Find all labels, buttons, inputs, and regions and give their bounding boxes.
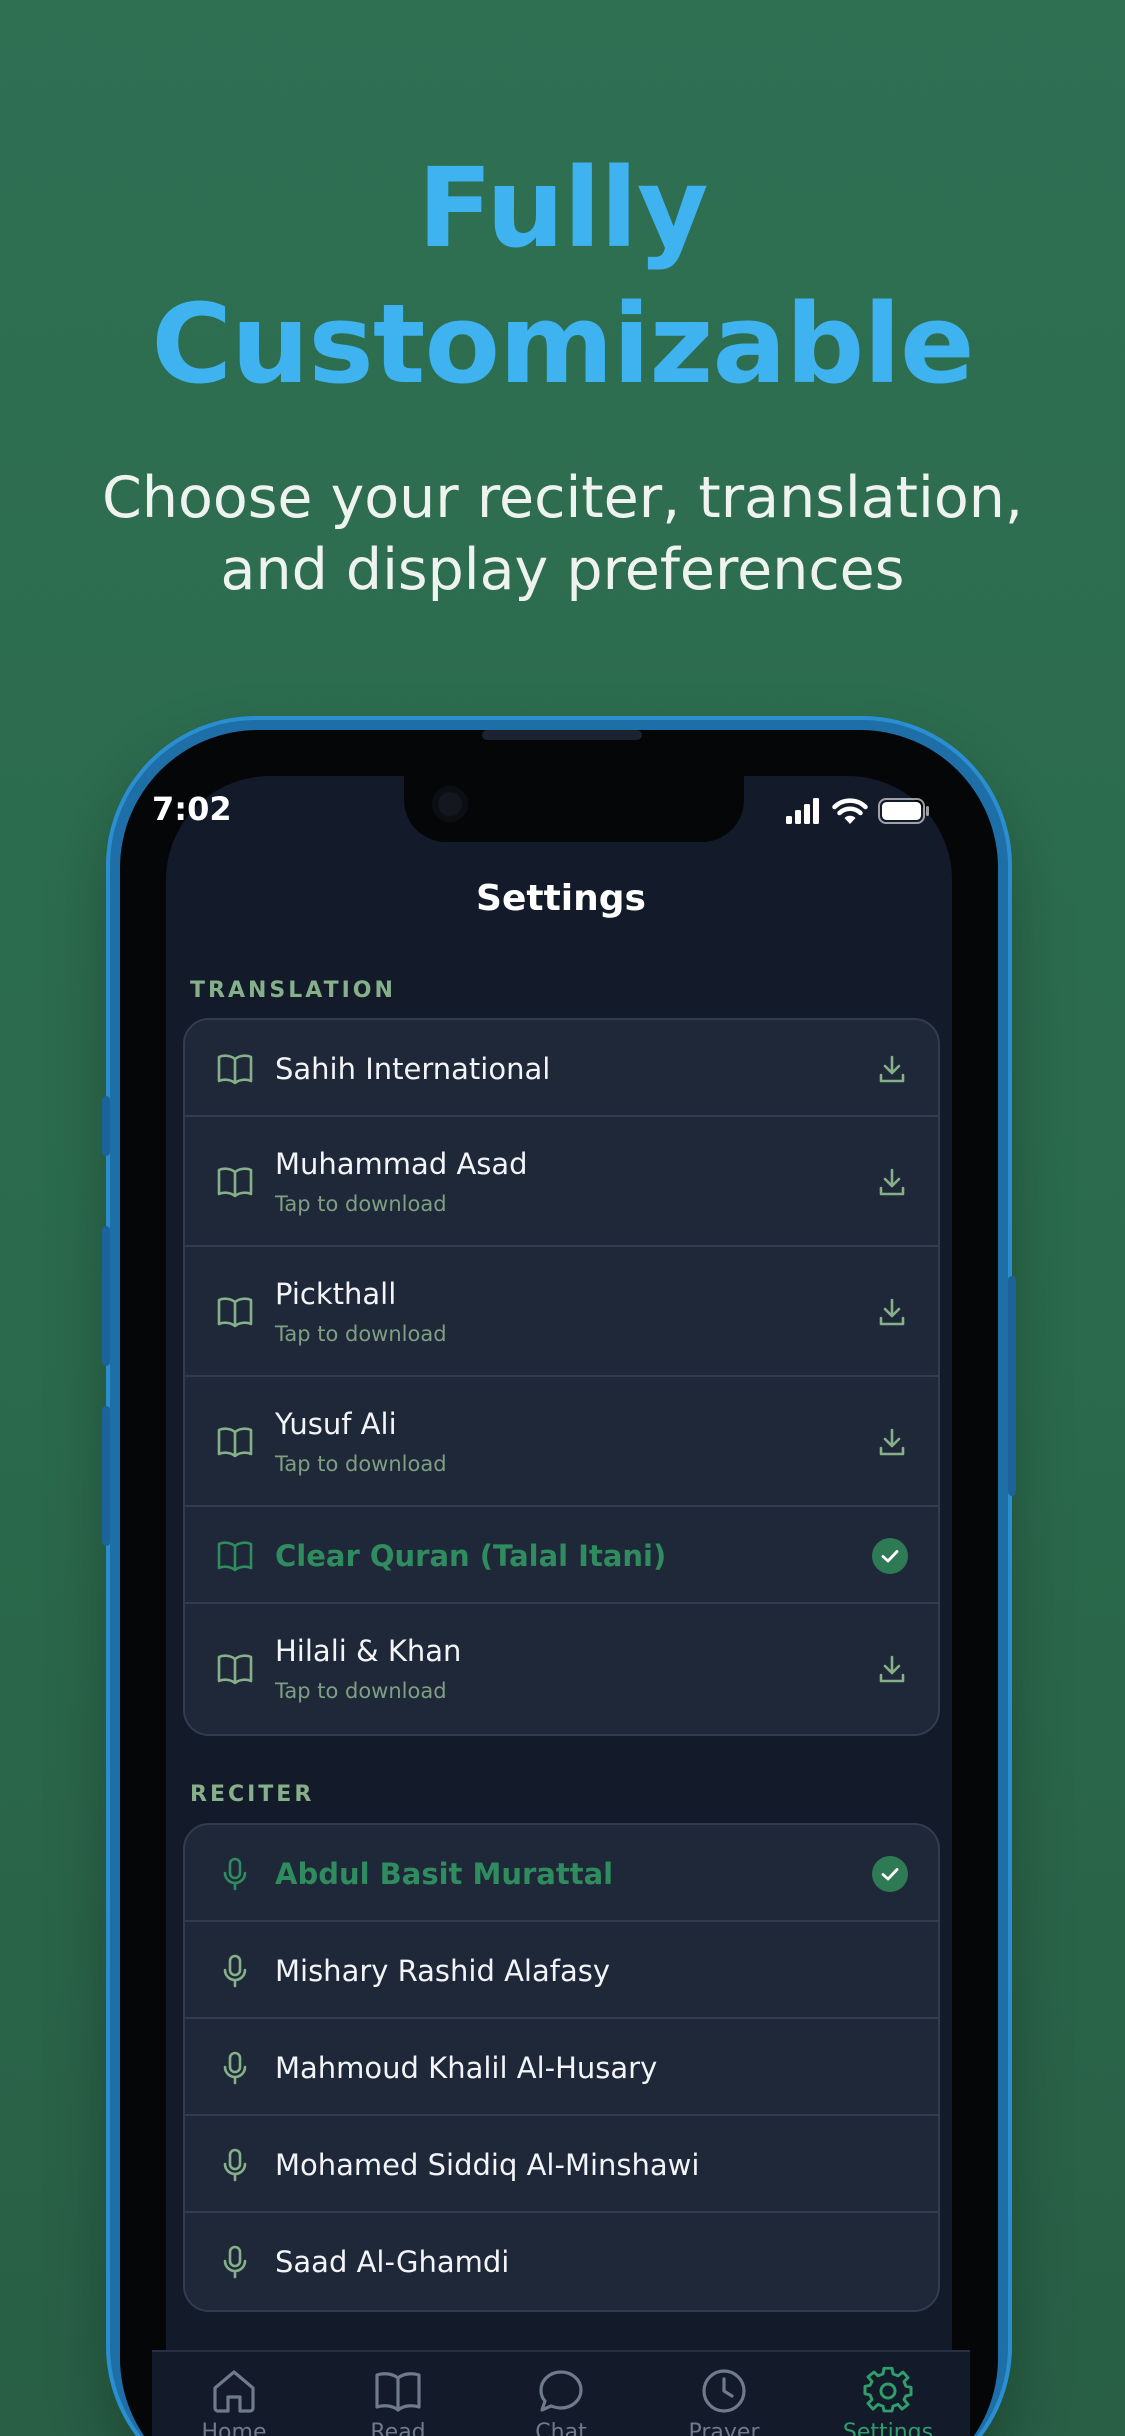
- tab-home[interactable]: Home: [174, 2366, 294, 2436]
- battery-icon: [878, 798, 929, 824]
- headline-line-1: Fully: [417, 144, 708, 272]
- subheadline-line-2: and display preferences: [220, 537, 905, 603]
- download-icon[interactable]: [874, 1294, 910, 1330]
- translation-title: Yusuf Ali: [275, 1407, 397, 1441]
- reciter-name: Mahmoud Khalil Al-Husary: [275, 2050, 658, 2085]
- side-button-volume-up: [102, 1226, 110, 1366]
- list-item-translation[interactable]: Yusuf Ali Tap to download: [185, 1377, 938, 1507]
- list-item-reciter[interactable]: Mahmoud Khalil Al-Husary: [185, 2019, 938, 2116]
- download-icon[interactable]: [874, 1651, 910, 1687]
- translation-title: Sahih International: [275, 1051, 551, 1086]
- download-icon[interactable]: [874, 1051, 910, 1087]
- microphone-icon: [223, 2051, 247, 2084]
- translation-title: Pickthall: [275, 1277, 397, 1311]
- section-label-reciter: RECITER: [190, 1782, 315, 1807]
- side-button-power: [1008, 1276, 1016, 1496]
- page-title: Settings: [476, 878, 646, 919]
- clock-icon: [702, 2369, 746, 2413]
- reciter-name: Abdul Basit Murattal: [275, 1856, 614, 1891]
- headline-line-2: Customizable: [151, 280, 974, 408]
- tab-chat[interactable]: Chat: [501, 2366, 621, 2436]
- translation-title: Hilali & Khan: [275, 1634, 462, 1668]
- list-item-reciter[interactable]: Mishary Rashid Alafasy: [185, 1922, 938, 2019]
- book-icon: [217, 1297, 253, 1328]
- subheadline: Choose your reciter, translation, and di…: [0, 462, 1125, 606]
- reciter-list: Abdul Basit Murattal Mishary Rashid Alaf…: [183, 1823, 940, 2312]
- tab-bar: Home Read Chat Prayer Settings: [152, 2350, 970, 2436]
- tab-label: Settings: [842, 2420, 934, 2436]
- reciter-name: Mishary Rashid Alafasy: [275, 1953, 611, 1988]
- microphone-icon: [223, 2148, 247, 2181]
- book-icon: [217, 1167, 253, 1198]
- status-icons: [786, 796, 930, 826]
- list-item-translation-selected[interactable]: Clear Quran (Talal Itani): [185, 1507, 938, 1604]
- side-button-volume-down: [102, 1406, 110, 1546]
- tab-prayer[interactable]: Prayer: [664, 2366, 784, 2436]
- translation-subtitle: Tap to download: [275, 1679, 447, 1703]
- list-item-reciter-selected[interactable]: Abdul Basit Murattal: [185, 1825, 938, 1922]
- microphone-icon: [223, 1954, 247, 1987]
- book-icon: [217, 1654, 253, 1685]
- list-item-reciter[interactable]: Mohamed Siddiq Al-Minshawi: [185, 2116, 938, 2213]
- list-item-translation[interactable]: Muhammad Asad Tap to download: [185, 1117, 938, 1247]
- reciter-name: Mohamed Siddiq Al-Minshawi: [275, 2147, 700, 2182]
- download-icon[interactable]: [874, 1164, 910, 1200]
- book-icon: [217, 1427, 253, 1458]
- home-icon: [213, 2370, 255, 2413]
- tab-read[interactable]: Read: [338, 2366, 458, 2436]
- notch: [404, 776, 744, 842]
- book-icon: [217, 1053, 253, 1084]
- microphone-icon: [223, 1857, 247, 1890]
- checkmark-icon: [872, 1855, 908, 1892]
- tab-label: Prayer: [688, 2420, 760, 2436]
- side-button-silent: [102, 1096, 110, 1156]
- reciter-name: Saad Al-Ghamdi: [275, 2244, 510, 2279]
- translation-list: Sahih International Muhammad Asad Tap to…: [183, 1018, 940, 1736]
- translation-title: Muhammad Asad: [275, 1147, 528, 1181]
- translation-subtitle: Tap to download: [275, 1322, 447, 1346]
- section-label-translation: TRANSLATION: [190, 978, 396, 1003]
- translation-subtitle: Tap to download: [275, 1192, 447, 1216]
- microphone-icon: [223, 2245, 247, 2278]
- camera-icon: [432, 786, 468, 822]
- book-icon: [217, 1540, 253, 1571]
- translation-title: Clear Quran (Talal Itani): [275, 1538, 667, 1573]
- list-item-translation[interactable]: Hilali & Khan Tap to download: [185, 1604, 938, 1734]
- list-item-reciter[interactable]: Saad Al-Ghamdi: [185, 2213, 938, 2310]
- signal-icon: [786, 798, 819, 824]
- tab-label: Home: [201, 2420, 267, 2436]
- book-icon: [375, 2372, 421, 2412]
- gear-icon: [863, 2366, 913, 2413]
- tab-settings[interactable]: Settings: [828, 2366, 948, 2436]
- chat-icon: [539, 2370, 583, 2412]
- speaker-grille: [482, 730, 642, 740]
- tab-label: Chat: [535, 2420, 587, 2436]
- download-icon[interactable]: [874, 1424, 910, 1460]
- tab-label: Read: [370, 2420, 426, 2436]
- translation-subtitle: Tap to download: [275, 1452, 447, 1476]
- checkmark-icon: [872, 1537, 908, 1574]
- subheadline-line-1: Choose your reciter, translation,: [102, 465, 1023, 531]
- wifi-icon: [832, 798, 868, 824]
- list-item-translation[interactable]: Pickthall Tap to download: [185, 1247, 938, 1377]
- headline: Fully Customizable: [0, 140, 1125, 412]
- list-item-translation[interactable]: Sahih International: [185, 1020, 938, 1117]
- status-time: 7:02: [152, 790, 232, 828]
